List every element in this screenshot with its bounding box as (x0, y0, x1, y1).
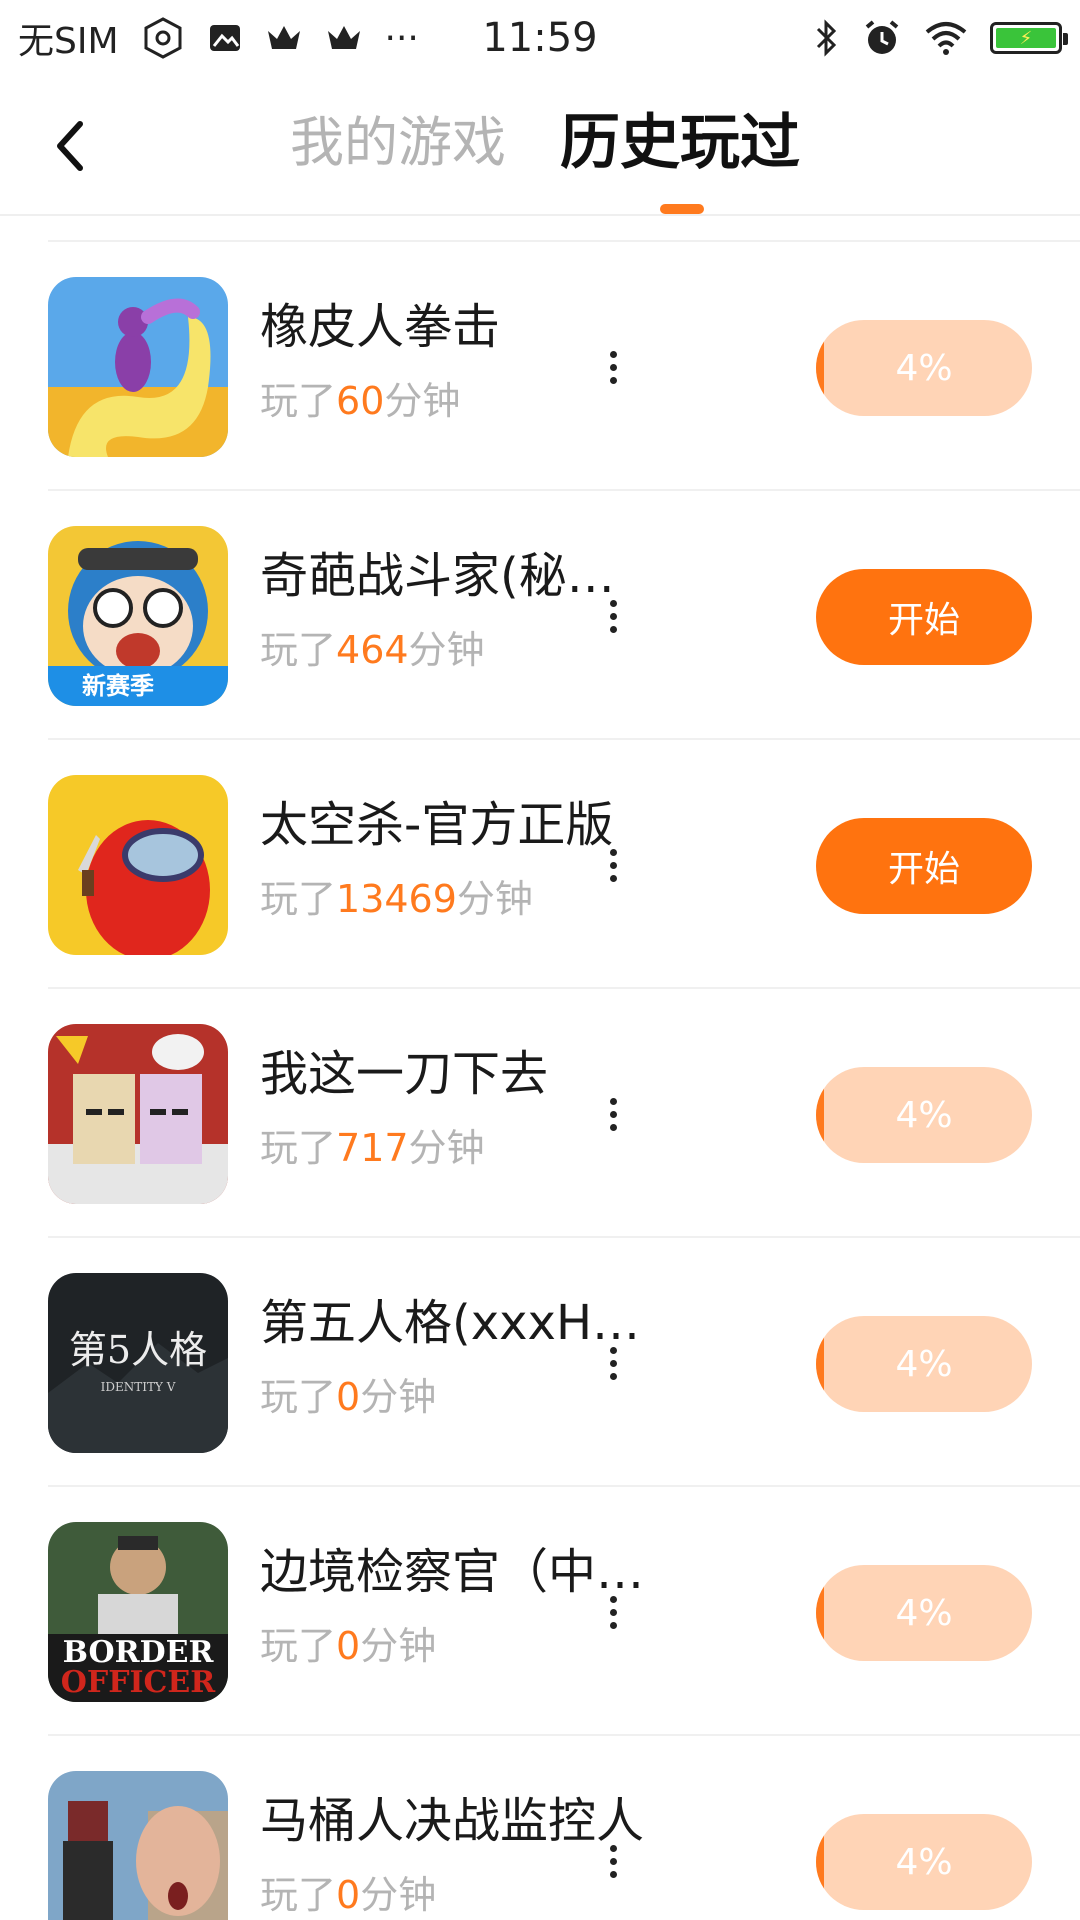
download-progress-button[interactable]: 4% (816, 1067, 1032, 1163)
play-time: 玩了13469分钟 (260, 877, 533, 921)
game-icon[interactable]: 第5人格 IDENTITY V (48, 1273, 228, 1453)
game-row[interactable]: 橡皮人拳击 玩了60分钟 4% (48, 242, 1080, 491)
icon-caption: 新赛季 (82, 672, 154, 700)
download-progress-button[interactable]: 4% (816, 1814, 1032, 1910)
gallery-icon (207, 20, 243, 56)
download-progress-button[interactable]: 4% (816, 1565, 1032, 1661)
game-row[interactable]: 新赛季 奇葩战斗家(秘… 玩了464分钟 开始 (48, 491, 1080, 740)
start-button[interactable]: 开始 (816, 818, 1032, 914)
crown-icon (265, 21, 303, 55)
icon-subcaption: OFFICER (61, 1665, 217, 1700)
game-row[interactable]: 马桶人决战监控人 玩了0分钟 4% (48, 1736, 1080, 1920)
more-options-icon[interactable] (588, 1338, 638, 1388)
tab-active-indicator (660, 204, 704, 214)
play-time: 玩了60分钟 (260, 379, 461, 423)
more-options-icon[interactable] (588, 840, 638, 890)
game-icon[interactable] (48, 1771, 228, 1920)
more-options-icon[interactable] (588, 1587, 638, 1637)
download-progress-button[interactable]: 4% (816, 320, 1032, 416)
game-row[interactable]: BORDER OFFICER 边境检察官（中… 玩了0分钟 4% (48, 1487, 1080, 1736)
status-bar: 无SIM ··· 11:59 ⚡ (0, 0, 1080, 76)
play-time: 玩了0分钟 (260, 1375, 437, 1419)
game-icon[interactable] (48, 775, 228, 955)
game-row[interactable]: 太空杀-官方正版 玩了13469分钟 开始 (48, 740, 1080, 989)
play-time: 玩了717分钟 (260, 1126, 485, 1170)
carrier-label: 无SIM (18, 21, 119, 62)
play-time: 玩了0分钟 (260, 1624, 437, 1668)
game-icon[interactable]: 新赛季 (48, 526, 228, 706)
more-options-icon[interactable] (588, 1089, 638, 1139)
more-options-icon[interactable] (588, 342, 638, 392)
more-options-icon[interactable] (588, 1836, 638, 1886)
play-time: 玩了464分钟 (260, 628, 485, 672)
game-list: 橡皮人拳击 玩了60分钟 4% 新赛季 奇葩战斗家(秘… 玩了464分钟 开始 … (0, 218, 1080, 1920)
crown-icon (325, 21, 363, 55)
start-button[interactable]: 开始 (816, 569, 1032, 665)
play-time: 玩了0分钟 (260, 1873, 437, 1917)
alarm-icon (862, 18, 902, 58)
battery-icon: ⚡ (990, 22, 1068, 54)
hexagon-icon (141, 16, 185, 60)
back-button[interactable] (40, 106, 100, 186)
chevron-left-icon (57, 121, 83, 171)
tab-my-games[interactable]: 我的游戏 (290, 108, 506, 178)
game-icon[interactable] (48, 277, 228, 457)
icon-caption: 第5人格 (69, 1328, 207, 1372)
game-icon[interactable]: BORDER OFFICER (48, 1522, 228, 1702)
game-icon[interactable] (48, 1024, 228, 1204)
wifi-icon (924, 20, 968, 56)
game-row[interactable]: 第5人格 IDENTITY V 第五人格(xxxH… 玩了0分钟 4% (48, 1238, 1080, 1487)
bluetooth-icon (812, 18, 840, 58)
download-progress-button[interactable]: 4% (816, 1316, 1032, 1412)
game-row[interactable]: 我这一刀下去 玩了717分钟 4% (48, 989, 1080, 1238)
header: 我的游戏 历史玩过 (0, 76, 1080, 216)
more-options-icon[interactable] (588, 591, 638, 641)
more-notifications-icon: ··· (384, 17, 419, 59)
icon-subcaption: IDENTITY V (101, 1380, 176, 1394)
tab-history-played[interactable]: 历史玩过 (560, 108, 800, 178)
